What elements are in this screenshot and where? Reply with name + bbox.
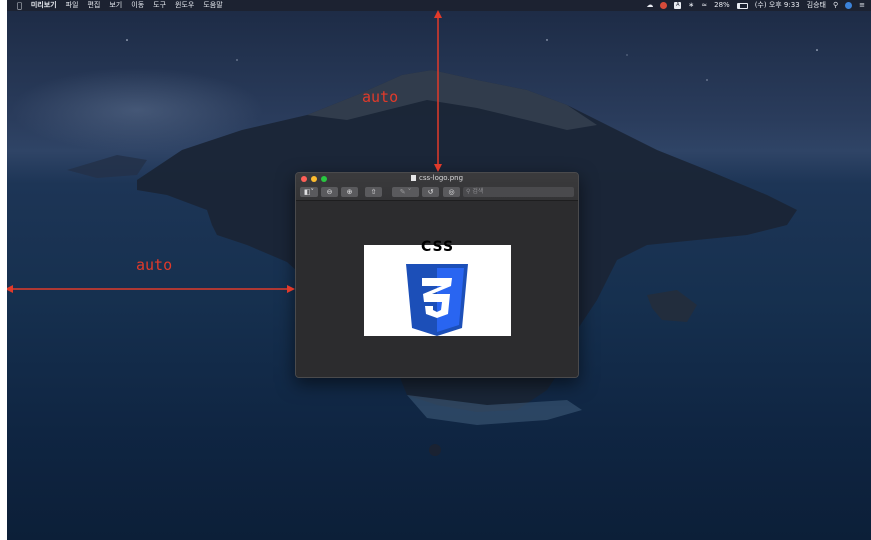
battery-icon[interactable] [736, 2, 748, 9]
wifi-icon[interactable]: ≈ [701, 0, 707, 11]
css-logo-text: CSS [420, 239, 455, 255]
document-icon [410, 175, 416, 181]
rotate-button[interactable]: ↺ [422, 187, 439, 197]
menu-edit[interactable]: 편집 [87, 0, 100, 11]
search-field[interactable]: ⚲ 검색 [463, 187, 574, 197]
search-icon[interactable]: ⚲ [833, 0, 838, 11]
css-logo-image: CSS [364, 239, 511, 336]
menu-file[interactable]: 파일 [66, 0, 79, 11]
menu-go[interactable]: 이동 [131, 0, 144, 11]
window-title: css-logo.png [296, 174, 578, 182]
horizontal-arrow-head-left [7, 285, 13, 293]
siri-icon[interactable] [845, 2, 853, 9]
zoom-out-button[interactable]: ⊖ [321, 187, 338, 197]
menu-help[interactable]: 도움말 [203, 0, 222, 11]
markup-pen-button[interactable]: ✎ ˅ [392, 187, 419, 197]
menubar-user[interactable]: 김승태 [807, 0, 826, 11]
apple-icon[interactable]:  [17, 0, 22, 11]
bluetooth-icon[interactable]: ∗ [688, 0, 694, 11]
menu-view[interactable]: 보기 [109, 0, 122, 11]
desktop:  미리보기 파일 편집 보기 이동 도구 윈도우 도움말 ☁ A ∗ ≈ 28… [7, 0, 871, 540]
search-placeholder: 검색 [472, 188, 484, 195]
menu-tools[interactable]: 도구 [153, 0, 166, 11]
menu-window[interactable]: 윈도우 [175, 0, 194, 11]
share-button[interactable]: ⇧ [365, 187, 382, 197]
zoom-in-button[interactable]: ⊕ [341, 187, 358, 197]
toolbar: ◧˅ ⊖ ⊕ ⇧ ✎ ˅ ↺ ◎ ⚲ 검색 [300, 186, 574, 198]
vertical-arrow-head-bottom [434, 164, 442, 172]
list-icon[interactable]: ≡ [859, 0, 865, 11]
window-title-text: css-logo.png [418, 174, 464, 182]
sidebar-toggle-button[interactable]: ◧˅ [300, 187, 318, 197]
title-bar[interactable]: css-logo.png ◧˅ ⊖ ⊕ ⇧ ✎ ˅ ↺ ◎ ⚲ 검색 [296, 173, 578, 201]
menu-app-preview[interactable]: 미리보기 [31, 0, 57, 11]
preview-window: css-logo.png ◧˅ ⊖ ⊕ ⇧ ✎ ˅ ↺ ◎ ⚲ 검색 CSS [295, 172, 579, 378]
horizontal-arrow-head-right [287, 285, 295, 293]
annotation-left-label: auto [136, 256, 173, 274]
vertical-arrow-head-top [434, 10, 442, 18]
keyboard-a-icon[interactable]: A [674, 2, 682, 9]
menubar-clock[interactable]: (수) 오후 9:33 [755, 0, 800, 11]
annotation-top-label: auto [362, 88, 399, 106]
battery-percent[interactable]: 28% [714, 0, 730, 11]
menu-bar:  미리보기 파일 편집 보기 이동 도구 윈도우 도움말 ☁ A ∗ ≈ 28… [7, 0, 871, 11]
cloud-icon[interactable]: ☁ [646, 0, 653, 11]
image-canvas: CSS [296, 201, 578, 377]
notification-icon[interactable] [660, 2, 668, 9]
markup-toolbar-button[interactable]: ◎ [443, 187, 460, 197]
